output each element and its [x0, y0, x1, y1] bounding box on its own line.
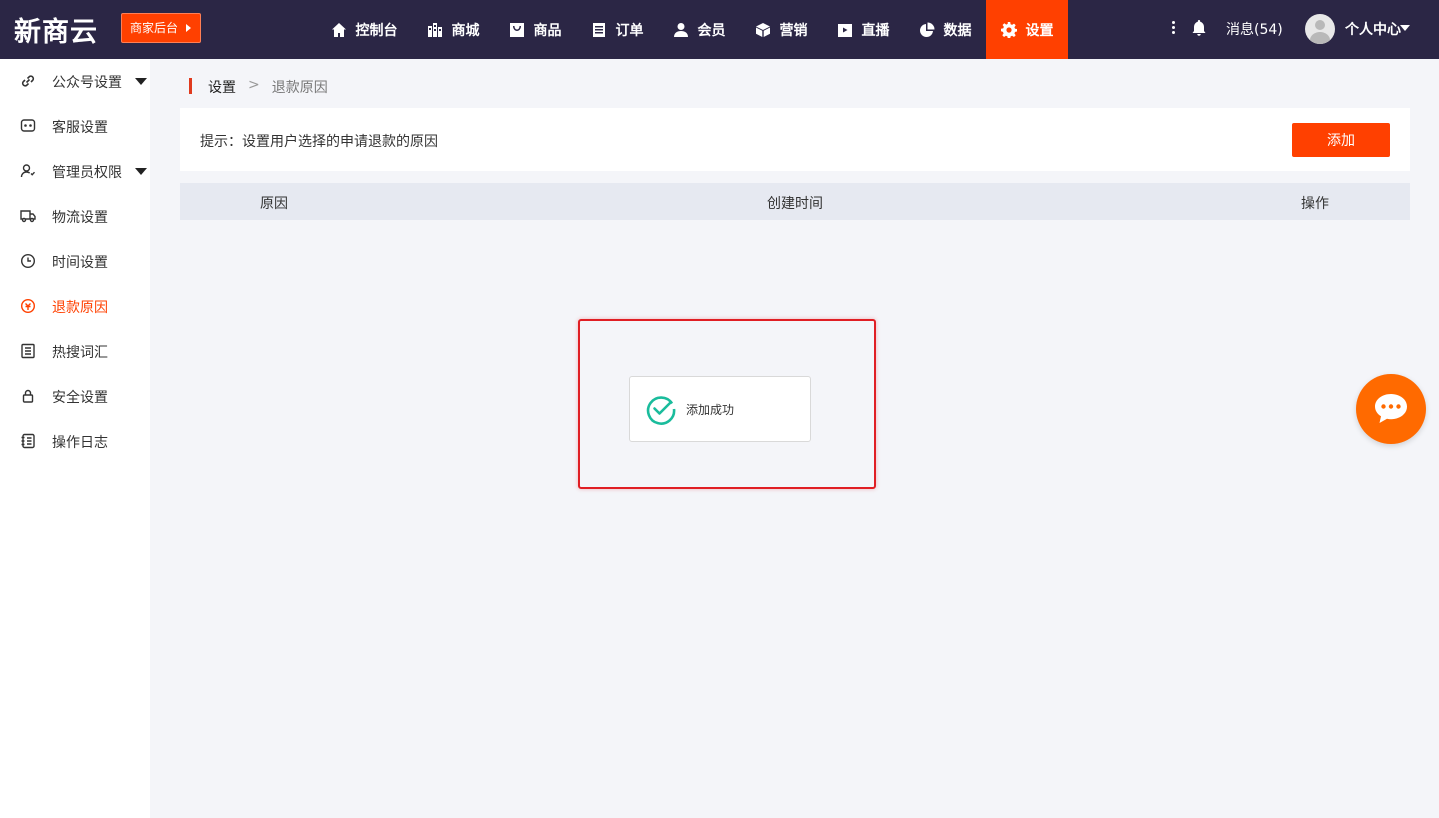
- sidebar-item-time-settings[interactable]: 时间设置: [0, 239, 150, 284]
- sidebar-item-label: 退款原因: [52, 300, 108, 316]
- play-icon: [837, 23, 852, 37]
- column-header-reason: 原因: [260, 196, 288, 212]
- column-header-created-time: 创建时间: [767, 196, 823, 212]
- pie-chart-icon: [919, 22, 934, 37]
- nav-settings[interactable]: 设置: [986, 0, 1068, 59]
- sidebar-item-customer-service[interactable]: 客服设置: [0, 104, 150, 149]
- bell-icon[interactable]: [1191, 19, 1207, 37]
- sidebar-item-label: 客服设置: [52, 120, 108, 136]
- user-icon: [673, 22, 688, 37]
- avatar[interactable]: [1305, 14, 1335, 44]
- cube-icon: [755, 22, 770, 37]
- log-icon: [21, 433, 35, 449]
- shopping-bag-icon: [509, 22, 524, 37]
- add-button[interactable]: 添加: [1292, 123, 1390, 157]
- messages-link[interactable]: 消息(54): [1226, 19, 1283, 39]
- sidebar-item-refund-reasons[interactable]: 退款原因: [0, 284, 150, 329]
- nav-label: 会员: [697, 22, 726, 39]
- caret-down-icon[interactable]: [135, 168, 147, 175]
- chat-bubble-icon: [1375, 394, 1407, 423]
- building-icon: [427, 22, 442, 37]
- chat-box-icon: [20, 119, 36, 132]
- nav-mall[interactable]: 商城: [412, 0, 494, 59]
- user-permission-icon: [20, 164, 36, 178]
- home-icon: [331, 22, 346, 37]
- breadcrumb-separator: >: [248, 77, 260, 93]
- nav-dashboard[interactable]: 控制台: [316, 0, 412, 59]
- clipboard-icon: [592, 22, 605, 37]
- sidebar-item-label: 时间设置: [52, 255, 108, 271]
- caret-down-icon[interactable]: [135, 78, 147, 85]
- refund-icon: [20, 298, 36, 314]
- breadcrumb: 设置 > 退款原因: [208, 77, 328, 97]
- nav-members[interactable]: 会员: [658, 0, 740, 59]
- gear-icon: [1000, 21, 1017, 38]
- toast-text: 添加成功: [686, 403, 735, 417]
- logo[interactable]: 新商云: [14, 10, 98, 49]
- nav-data[interactable]: 数据: [904, 0, 986, 59]
- nav-orders[interactable]: 订单: [576, 0, 658, 59]
- sidebar-item-operation-log[interactable]: 操作日志: [0, 419, 150, 464]
- nav-label: 直播: [861, 22, 890, 39]
- profile-menu[interactable]: 个人中心: [1345, 19, 1401, 39]
- sidebar-item-admin-permissions[interactable]: 管理员权限: [0, 149, 150, 194]
- sidebar-item-label: 物流设置: [52, 210, 108, 226]
- check-circle-icon: [646, 396, 676, 425]
- nav-label: 订单: [615, 22, 644, 39]
- list-icon: [21, 343, 35, 359]
- breadcrumb-root[interactable]: 设置: [208, 77, 236, 97]
- main-nav: 控制台 商城 商品 订单 会员 营销 直播 数据 设置: [316, 0, 1068, 59]
- sidebar: 公众号设置 客服设置 管理员权限 物流设置 时间设置 退款原因 热搜词汇 安全设…: [0, 59, 150, 818]
- link-icon: [21, 75, 35, 87]
- sidebar-item-label: 热搜词汇: [52, 345, 108, 361]
- top-bar: 新商云 商家后台 控制台 商城 商品 订单 会员 营销 直播 数据 设置 消息(…: [0, 0, 1439, 59]
- sidebar-item-label: 管理员权限: [52, 165, 122, 181]
- column-header-actions: 操作: [1301, 196, 1329, 212]
- more-vertical-icon[interactable]: [1168, 19, 1178, 39]
- nav-live[interactable]: 直播: [822, 0, 904, 59]
- clock-icon: [20, 253, 36, 269]
- sidebar-item-label: 操作日志: [52, 435, 108, 451]
- nav-marketing[interactable]: 营销: [740, 0, 822, 59]
- nav-label: 商品: [533, 22, 562, 39]
- nav-label: 商城: [451, 22, 480, 39]
- sidebar-item-hot-search[interactable]: 热搜词汇: [0, 329, 150, 374]
- nav-label: 设置: [1025, 22, 1054, 39]
- sidebar-item-label: 公众号设置: [52, 75, 122, 91]
- merchant-backend-label: 商家后台: [130, 21, 179, 35]
- nav-label: 控制台: [355, 22, 398, 39]
- nav-label: 营销: [779, 22, 808, 39]
- chat-button[interactable]: [1356, 374, 1426, 444]
- lock-icon: [22, 389, 34, 403]
- merchant-backend-button[interactable]: 商家后台: [121, 13, 201, 43]
- chevron-down-icon[interactable]: [1400, 25, 1410, 31]
- breadcrumb-current: 退款原因: [271, 80, 328, 96]
- breadcrumb-marker: [189, 78, 192, 94]
- success-toast: 添加成功: [629, 376, 811, 442]
- sidebar-item-label: 安全设置: [52, 390, 108, 406]
- caret-right-icon: [186, 24, 191, 32]
- sidebar-item-security[interactable]: 安全设置: [0, 374, 150, 419]
- tip-text: 提示：设置用户选择的申请退款的原因: [200, 134, 438, 150]
- sidebar-item-logistics[interactable]: 物流设置: [0, 194, 150, 239]
- tip-card: 提示：设置用户选择的申请退款的原因 添加: [180, 108, 1410, 171]
- table-header: 原因 创建时间 操作: [180, 183, 1410, 220]
- nav-label: 数据: [943, 22, 972, 39]
- sidebar-item-wechat-settings[interactable]: 公众号设置: [0, 59, 150, 104]
- nav-products[interactable]: 商品: [494, 0, 576, 59]
- truck-icon: [20, 210, 36, 223]
